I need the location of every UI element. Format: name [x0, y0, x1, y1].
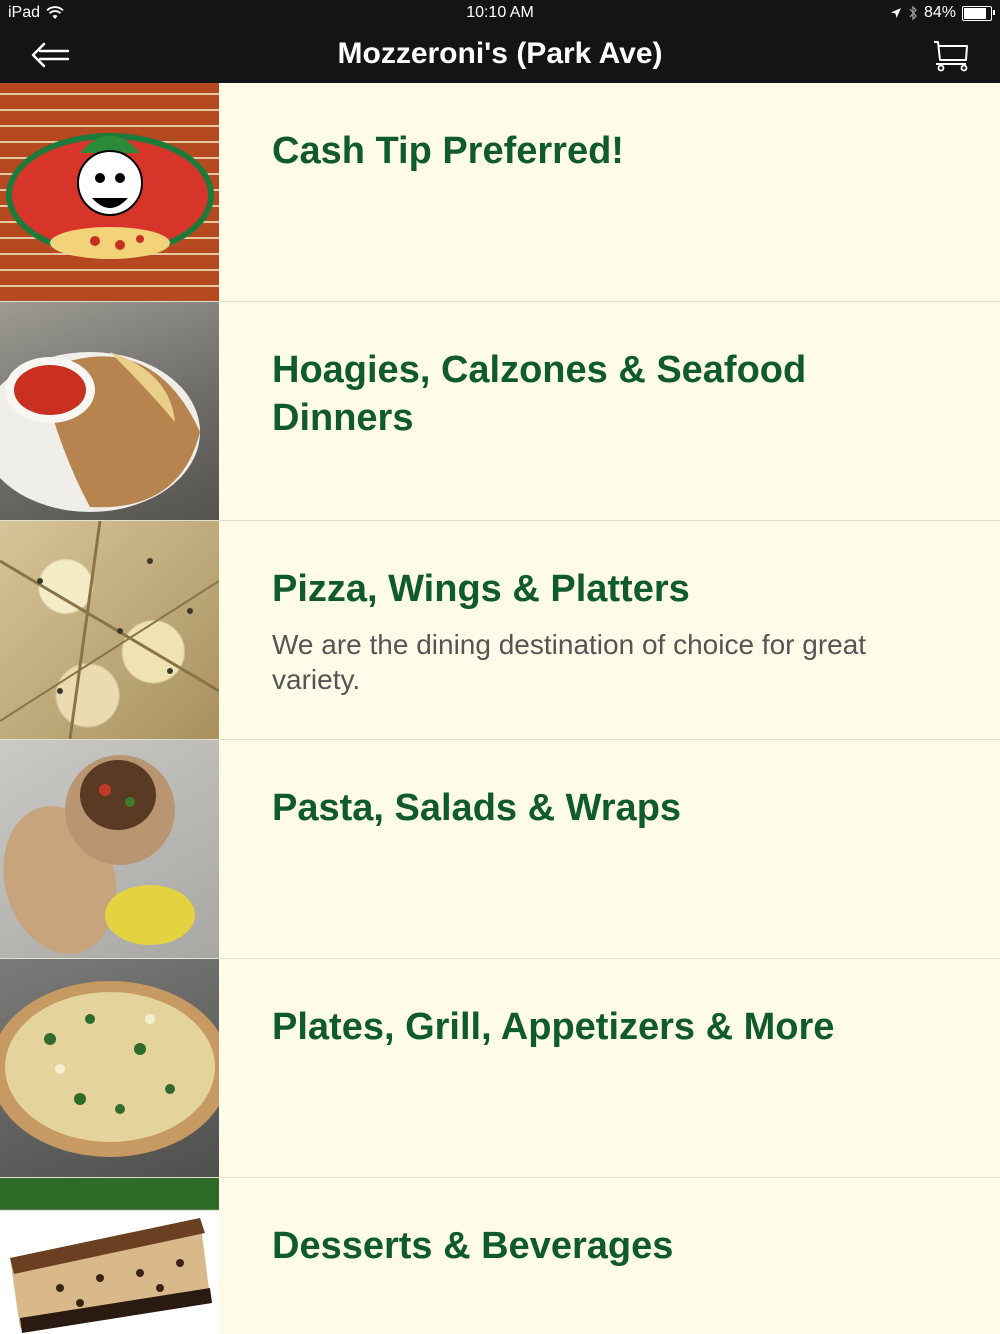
bluetooth-icon: [909, 5, 917, 21]
status-time: 10:10 AM: [466, 4, 534, 21]
cart-icon[interactable]: [932, 38, 972, 72]
white-pizza-photo-image: [0, 521, 219, 739]
category-row[interactable]: Pasta, Salads & Wraps: [0, 740, 1000, 959]
status-bar: iPad 10:10 AM 84%: [0, 0, 1000, 28]
wrap-graphic: [3, 755, 195, 954]
mozzeroni-logo-image: [0, 83, 219, 301]
cheesecake-graphic: [10, 1218, 212, 1333]
flatbread-photo-image: [0, 959, 219, 1177]
row-text: Hoagies, Calzones & Seafood Dinners: [272, 346, 940, 442]
wrap-photo-image: [0, 740, 219, 958]
category-row[interactable]: Desserts & Beverages: [0, 1178, 1000, 1334]
category-title: Cash Tip Preferred!: [272, 130, 624, 172]
row-text: Desserts & Beverages: [272, 1222, 940, 1270]
cheesecake-photo-image: [0, 1178, 219, 1334]
battery-icon: [962, 5, 995, 21]
row-text: Pasta, Salads & Wraps: [272, 784, 940, 832]
logo-graphic: [6, 133, 214, 259]
category-row[interactable]: Cash Tip Preferred!: [0, 83, 1000, 302]
category-row[interactable]: Hoagies, Calzones & Seafood Dinners: [0, 302, 1000, 521]
flatbread-graphic: [0, 981, 219, 1157]
calzone-graphic: [0, 352, 200, 512]
category-row[interactable]: Pizza, Wings & Platters We are the dinin…: [0, 521, 1000, 740]
battery-percent: 84%: [923, 4, 956, 21]
category-title: Plates, Grill, Appetizers & More: [272, 1006, 835, 1048]
category-title: Hoagies, Calzones & Seafood Dinners: [272, 349, 807, 439]
battery-fill: [964, 7, 986, 19]
category-list: Cash Tip Preferred! Hoagies, Calzones & …: [0, 83, 1000, 1334]
status-right: 84%: [890, 4, 995, 22]
row-text: Cash Tip Preferred!: [272, 127, 940, 175]
row-text: Plates, Grill, Appetizers & More: [272, 1003, 940, 1051]
category-row[interactable]: Plates, Grill, Appetizers & More: [0, 959, 1000, 1178]
page-title: Mozzeroni's (Park Ave): [337, 37, 663, 70]
category-title: Pizza, Wings & Platters: [272, 568, 690, 610]
nav-bar: Mozzeroni's (Park Ave): [0, 28, 1000, 83]
category-title: Pasta, Salads & Wraps: [272, 787, 682, 829]
calzone-photo-image: [0, 302, 219, 520]
row-text: Pizza, Wings & Platters We are the dinin…: [272, 565, 940, 697]
location-icon: [890, 8, 901, 18]
category-title: Desserts & Beverages: [272, 1225, 674, 1267]
pizza-graphic: [0, 521, 219, 739]
category-description: We are the dining destination of choice …: [272, 629, 867, 695]
